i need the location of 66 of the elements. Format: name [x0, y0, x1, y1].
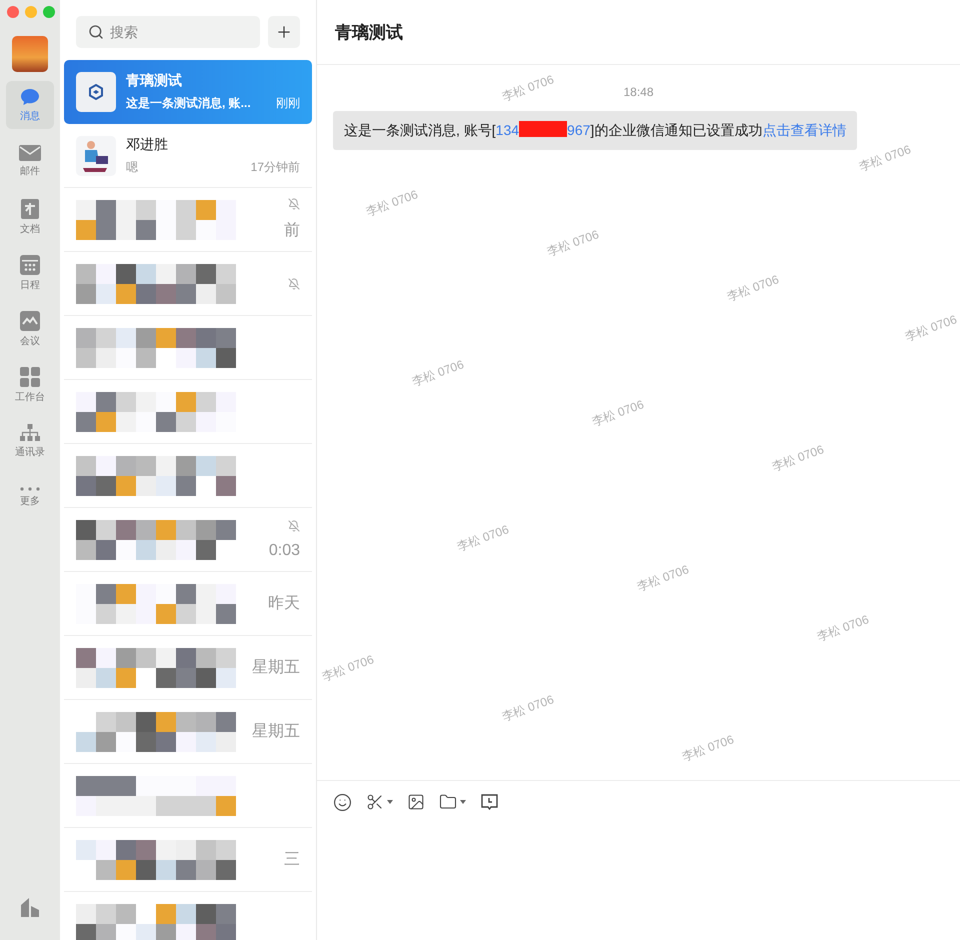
- envelope-icon: [19, 144, 41, 160]
- folder-button[interactable]: [439, 793, 466, 811]
- watermark: 李松 0706: [680, 731, 736, 766]
- nav-item[interactable]: 消息: [6, 81, 54, 129]
- emoji-button[interactable]: [333, 793, 352, 812]
- mountain-icon: [20, 310, 40, 330]
- add-button[interactable]: [268, 16, 300, 48]
- nav-item[interactable]: 通讯录: [6, 417, 54, 465]
- conversation-time: 昨天: [268, 594, 300, 614]
- grid-icon: [20, 366, 40, 386]
- watermark: 李松 0706: [856, 141, 914, 176]
- chat-title: 青璃测试: [335, 22, 403, 44]
- nav-item[interactable]: 工作台: [6, 361, 54, 409]
- watermark: 李松 0706: [500, 691, 556, 726]
- more-icon: [20, 486, 40, 490]
- screenshot-button[interactable]: [366, 793, 393, 811]
- conversation-item[interactable]: 青璃测试 这是一条测试消息, 账... 刚刚: [64, 60, 312, 124]
- clock-message-button[interactable]: [480, 793, 499, 812]
- message-text: 这是一条测试消息, 账号[: [344, 122, 496, 138]
- conversation-time: 前: [284, 221, 300, 241]
- profile-avatar[interactable]: [12, 36, 48, 72]
- watermark: 李松 0706: [902, 311, 960, 346]
- watermark: 李松 0706: [544, 226, 602, 261]
- calendar-icon: [20, 254, 40, 274]
- caret-icon: [460, 800, 466, 804]
- watermark: 李松 0706: [364, 186, 420, 221]
- app-logo-avatar: [76, 72, 116, 112]
- conversation-time: 17分钟前: [250, 158, 300, 176]
- speech-bubble-icon: [20, 88, 40, 106]
- org-chart-icon: [20, 424, 40, 442]
- person-illustration-avatar: [76, 136, 116, 176]
- nav-item[interactable]: 文档: [6, 193, 54, 241]
- conversation-time: 0:03: [268, 542, 300, 560]
- search-field[interactable]: 搜索: [76, 16, 260, 48]
- watermark: 李松 0706: [410, 356, 466, 391]
- watermark: 李松 0706: [320, 651, 376, 686]
- conversation-time: 星期五: [252, 658, 300, 678]
- nav-item[interactable]: 会议: [6, 305, 54, 353]
- watermark: 李松 0706: [814, 611, 872, 646]
- account-number: 967: [567, 122, 590, 138]
- redaction-block: [519, 121, 568, 137]
- message-preview: 这是一条测试消息, 账...: [126, 95, 251, 112]
- nav-item[interactable]: 日程: [6, 249, 54, 297]
- building-icon[interactable]: [20, 897, 40, 917]
- watermark: 李松 0706: [724, 271, 782, 306]
- conversation-time: 星期五: [252, 722, 300, 742]
- account-number: 134: [496, 122, 520, 138]
- conversation-name: 青璃测试: [126, 72, 183, 90]
- search-icon: [88, 24, 104, 40]
- message-text: ]的企业微信通知已设置成功: [590, 122, 762, 138]
- watermark: 李松 0706: [590, 396, 646, 431]
- watermark: 李松 0706: [634, 561, 692, 596]
- details-link[interactable]: 点击查看详情: [762, 122, 846, 138]
- nav-item[interactable]: 更多: [6, 473, 54, 521]
- watermark: 李松 0706: [500, 71, 556, 106]
- conversation-name: 邓进胜: [126, 136, 169, 154]
- message-time: 18:48: [623, 85, 654, 99]
- conversation-time: 刚刚: [276, 95, 300, 112]
- image-button[interactable]: [407, 793, 425, 811]
- document-icon: [21, 198, 39, 218]
- watermark: 李松 0706: [454, 521, 512, 556]
- watermark: 李松 0706: [770, 441, 826, 476]
- message-preview: 嗯: [126, 158, 138, 176]
- caret-icon: [387, 800, 393, 804]
- conversation-time: 三: [284, 850, 300, 870]
- nav-item[interactable]: 邮件: [6, 137, 54, 185]
